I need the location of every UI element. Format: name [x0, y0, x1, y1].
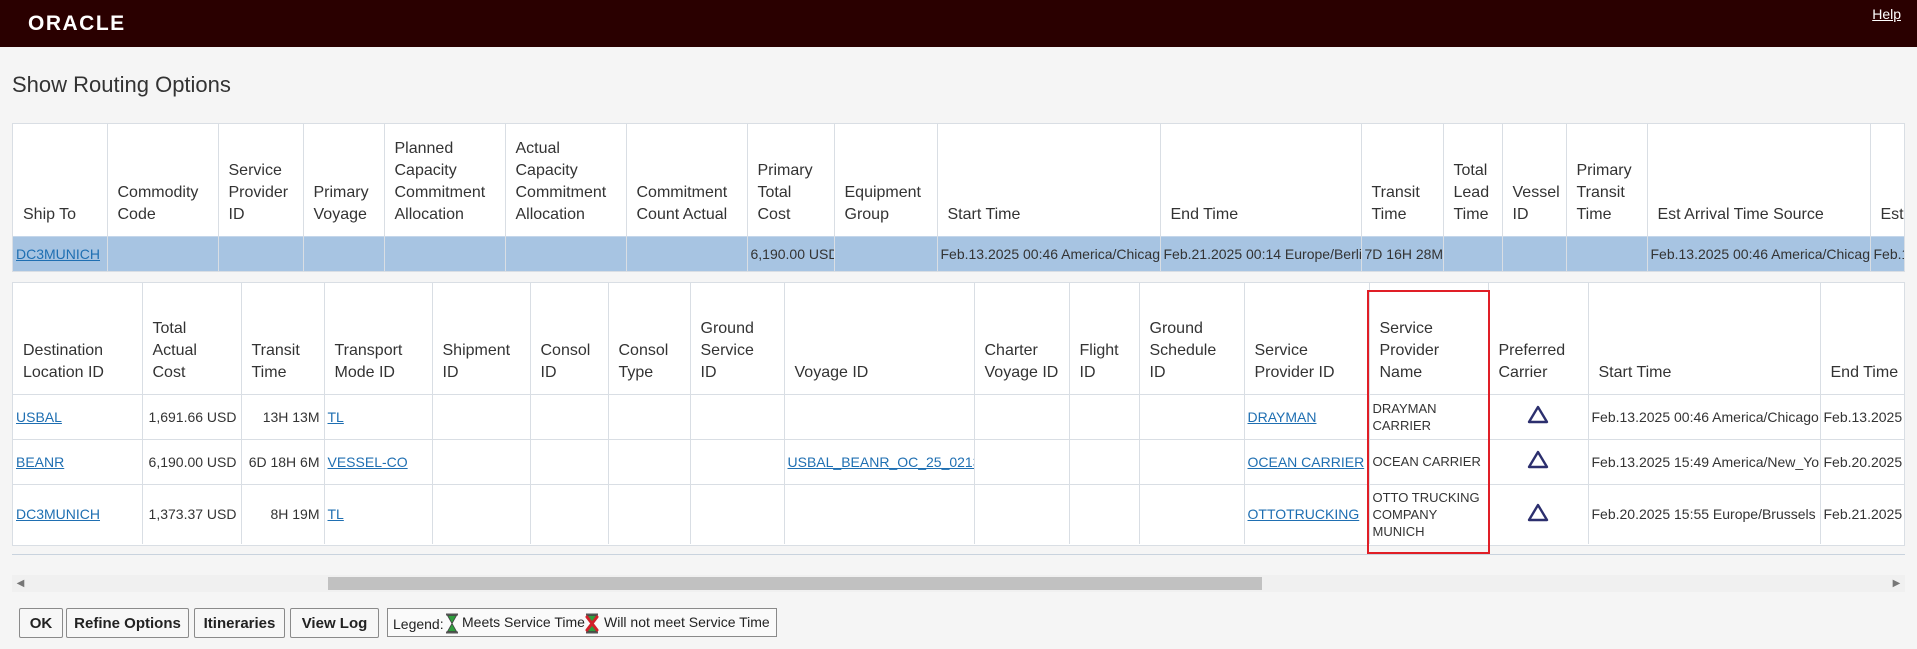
total-actual-cost: 1,691.66 USD: [142, 393, 242, 439]
start-time: Feb.13.2025 00:46 America/Chicago: [1588, 393, 1821, 439]
total-actual-cost: 1,373.37 USD: [142, 483, 242, 544]
start-time: Feb.13.2025 00:46 America/Chicago: [937, 235, 1161, 271]
end-time: Feb.20.2025 1: [1820, 438, 1904, 484]
legend-meets: Meets Service Time: [462, 614, 585, 630]
total-actual-cost: 6,190.00 USD: [142, 438, 242, 484]
end-time: Feb.13.2025 1: [1820, 393, 1904, 439]
col-end-time[interactable]: End Time: [1820, 283, 1904, 394]
table-row[interactable]: DC3MUNICH 6,190.00 USD Feb.13.2025 00:46…: [13, 235, 1904, 271]
col-start-time[interactable]: Start Time: [1588, 283, 1821, 394]
destination-link[interactable]: DC3MUNICH: [16, 506, 100, 522]
col-planned-capacity[interactable]: Planned Capacity Commitment Allocation: [384, 124, 506, 236]
transit-time: 8H 19M: [241, 483, 325, 544]
col-flight-id[interactable]: Flight ID: [1069, 283, 1140, 394]
col-primary-transit-time[interactable]: Primary Transit Time: [1566, 124, 1648, 236]
service-provider-name: DRAYMAN CARRIER: [1369, 393, 1489, 439]
col-ground-schedule-id[interactable]: Ground Schedule ID: [1139, 283, 1245, 394]
col-service-provider-id[interactable]: Service Provider ID: [1244, 283, 1370, 394]
col-total-lead-time[interactable]: Total Lead Time: [1443, 124, 1503, 236]
transit-time: 13H 13M: [241, 393, 325, 439]
legend: Legend: Meets Service Time Will not meet…: [387, 608, 777, 637]
est: Feb.1: [1870, 235, 1904, 271]
col-commodity-code[interactable]: Commodity Code: [107, 124, 219, 236]
legend-label: Legend:: [393, 616, 444, 632]
col-consol-type[interactable]: Consol Type: [608, 283, 691, 394]
col-actual-capacity[interactable]: Actual Capacity Commitment Allocation: [505, 124, 627, 236]
est-arrival-source: Feb.13.2025 00:46 America/Chicago: [1647, 235, 1871, 271]
col-ship-to[interactable]: Ship To: [13, 124, 108, 236]
page-title: Show Routing Options: [12, 72, 231, 97]
horizontal-scrollbar[interactable]: ◀ ▶: [12, 575, 1905, 592]
col-commitment-count[interactable]: Commitment Count Actual: [626, 124, 748, 236]
col-transit-time[interactable]: Transit Time: [1361, 124, 1444, 236]
transport-mode-link[interactable]: TL: [328, 506, 344, 522]
col-service-provider-name[interactable]: Service Provider Name: [1369, 283, 1489, 394]
col-destination-location-id[interactable]: Destination Location ID: [13, 283, 143, 394]
hourglass-x-icon: [585, 613, 599, 634]
col-end-time[interactable]: End Time: [1160, 124, 1362, 236]
col-preferred-carrier[interactable]: Preferred Carrier: [1488, 283, 1589, 394]
service-provider-link[interactable]: DRAYMAN: [1248, 409, 1317, 425]
col-shipment-id[interactable]: Shipment ID: [432, 283, 531, 394]
start-time: Feb.20.2025 15:55 Europe/Brussels: [1588, 483, 1821, 544]
col-voyage-id[interactable]: Voyage ID: [784, 283, 975, 394]
view-log-button[interactable]: View Log: [290, 608, 379, 638]
ok-button[interactable]: OK: [19, 608, 63, 638]
transport-mode-link[interactable]: TL: [328, 409, 344, 425]
itineraries-button[interactable]: Itineraries: [194, 608, 285, 638]
transport-mode-link[interactable]: VESSEL-CO: [328, 454, 408, 470]
refine-options-button[interactable]: Refine Options: [66, 608, 189, 638]
col-transport-mode-id[interactable]: Transport Mode ID: [324, 283, 433, 394]
col-total-actual-cost[interactable]: Total Actual Cost: [142, 283, 242, 394]
ship-to-link[interactable]: DC3MUNICH: [16, 246, 100, 262]
col-est-arrival-source[interactable]: Est Arrival Time Source: [1647, 124, 1871, 236]
hourglass-icon: [446, 613, 458, 634]
col-est[interactable]: Est: [1870, 124, 1904, 236]
service-provider-link[interactable]: OCEAN CARRIER: [1248, 454, 1365, 470]
primary-total-cost: 6,190.00 USD: [747, 235, 835, 271]
voyage-link[interactable]: USBAL_BEANR_OC_25_0213: [788, 454, 974, 470]
transit-time: 7D 16H 28M: [1361, 235, 1444, 271]
col-charter-voyage-id[interactable]: Charter Voyage ID: [974, 283, 1070, 394]
end-time: Feb.21.2025 00:14 Europe/Berlin: [1160, 235, 1362, 271]
legend-not-meet: Will not meet Service Time: [604, 614, 770, 630]
routing-summary-table: Ship To Commodity Code Service Provider …: [12, 123, 1905, 272]
service-provider-name: OCEAN CARRIER: [1369, 438, 1489, 484]
col-start-time[interactable]: Start Time: [937, 124, 1161, 236]
oracle-logo: ORACLE: [28, 12, 126, 35]
preferred-carrier-icon[interactable]: [1527, 450, 1549, 470]
col-primary-total-cost[interactable]: Primary Total Cost: [747, 124, 835, 236]
destination-link[interactable]: USBAL: [16, 409, 62, 425]
col-primary-voyage[interactable]: Primary Voyage: [303, 124, 385, 236]
transit-time: 6D 18H 6M: [241, 438, 325, 484]
col-equipment-group[interactable]: Equipment Group: [834, 124, 938, 236]
help-link[interactable]: Help: [1872, 6, 1901, 22]
col-consol-id[interactable]: Consol ID: [530, 283, 609, 394]
col-transit-time[interactable]: Transit Time: [241, 283, 325, 394]
scroll-right-icon[interactable]: ▶: [1888, 575, 1905, 592]
scrollbar-thumb[interactable]: [328, 577, 1262, 590]
col-ground-service-id[interactable]: Ground Service ID: [690, 283, 785, 394]
end-time: Feb.21.2025 0: [1820, 483, 1904, 544]
scroll-left-icon[interactable]: ◀: [12, 575, 29, 592]
start-time: Feb.13.2025 15:49 America/New_York: [1588, 438, 1821, 484]
service-provider-name: OTTO TRUCKING COMPANY MUNICH: [1369, 483, 1489, 544]
table-row[interactable]: USBAL 1,691.66 USD 13H 13M TL DRAYMAN DR…: [13, 393, 1904, 439]
destination-link[interactable]: BEANR: [16, 454, 64, 470]
table-row[interactable]: BEANR 6,190.00 USD 6D 18H 6M VESSEL-CO U…: [13, 438, 1904, 484]
divider: [12, 554, 1905, 555]
col-service-provider-id[interactable]: Service Provider ID: [218, 124, 304, 236]
top-bar: ORACLE Help: [0, 0, 1917, 47]
service-provider-link[interactable]: OTTOTRUCKING: [1248, 506, 1360, 522]
routing-detail-table: Destination Location ID Total Actual Cos…: [12, 282, 1905, 546]
table-row[interactable]: DC3MUNICH 1,373.37 USD 8H 19M TL OTTOTRU…: [13, 483, 1904, 544]
col-vessel-id[interactable]: Vessel ID: [1502, 124, 1567, 236]
preferred-carrier-icon[interactable]: [1527, 405, 1549, 425]
preferred-carrier-icon[interactable]: [1527, 503, 1549, 523]
